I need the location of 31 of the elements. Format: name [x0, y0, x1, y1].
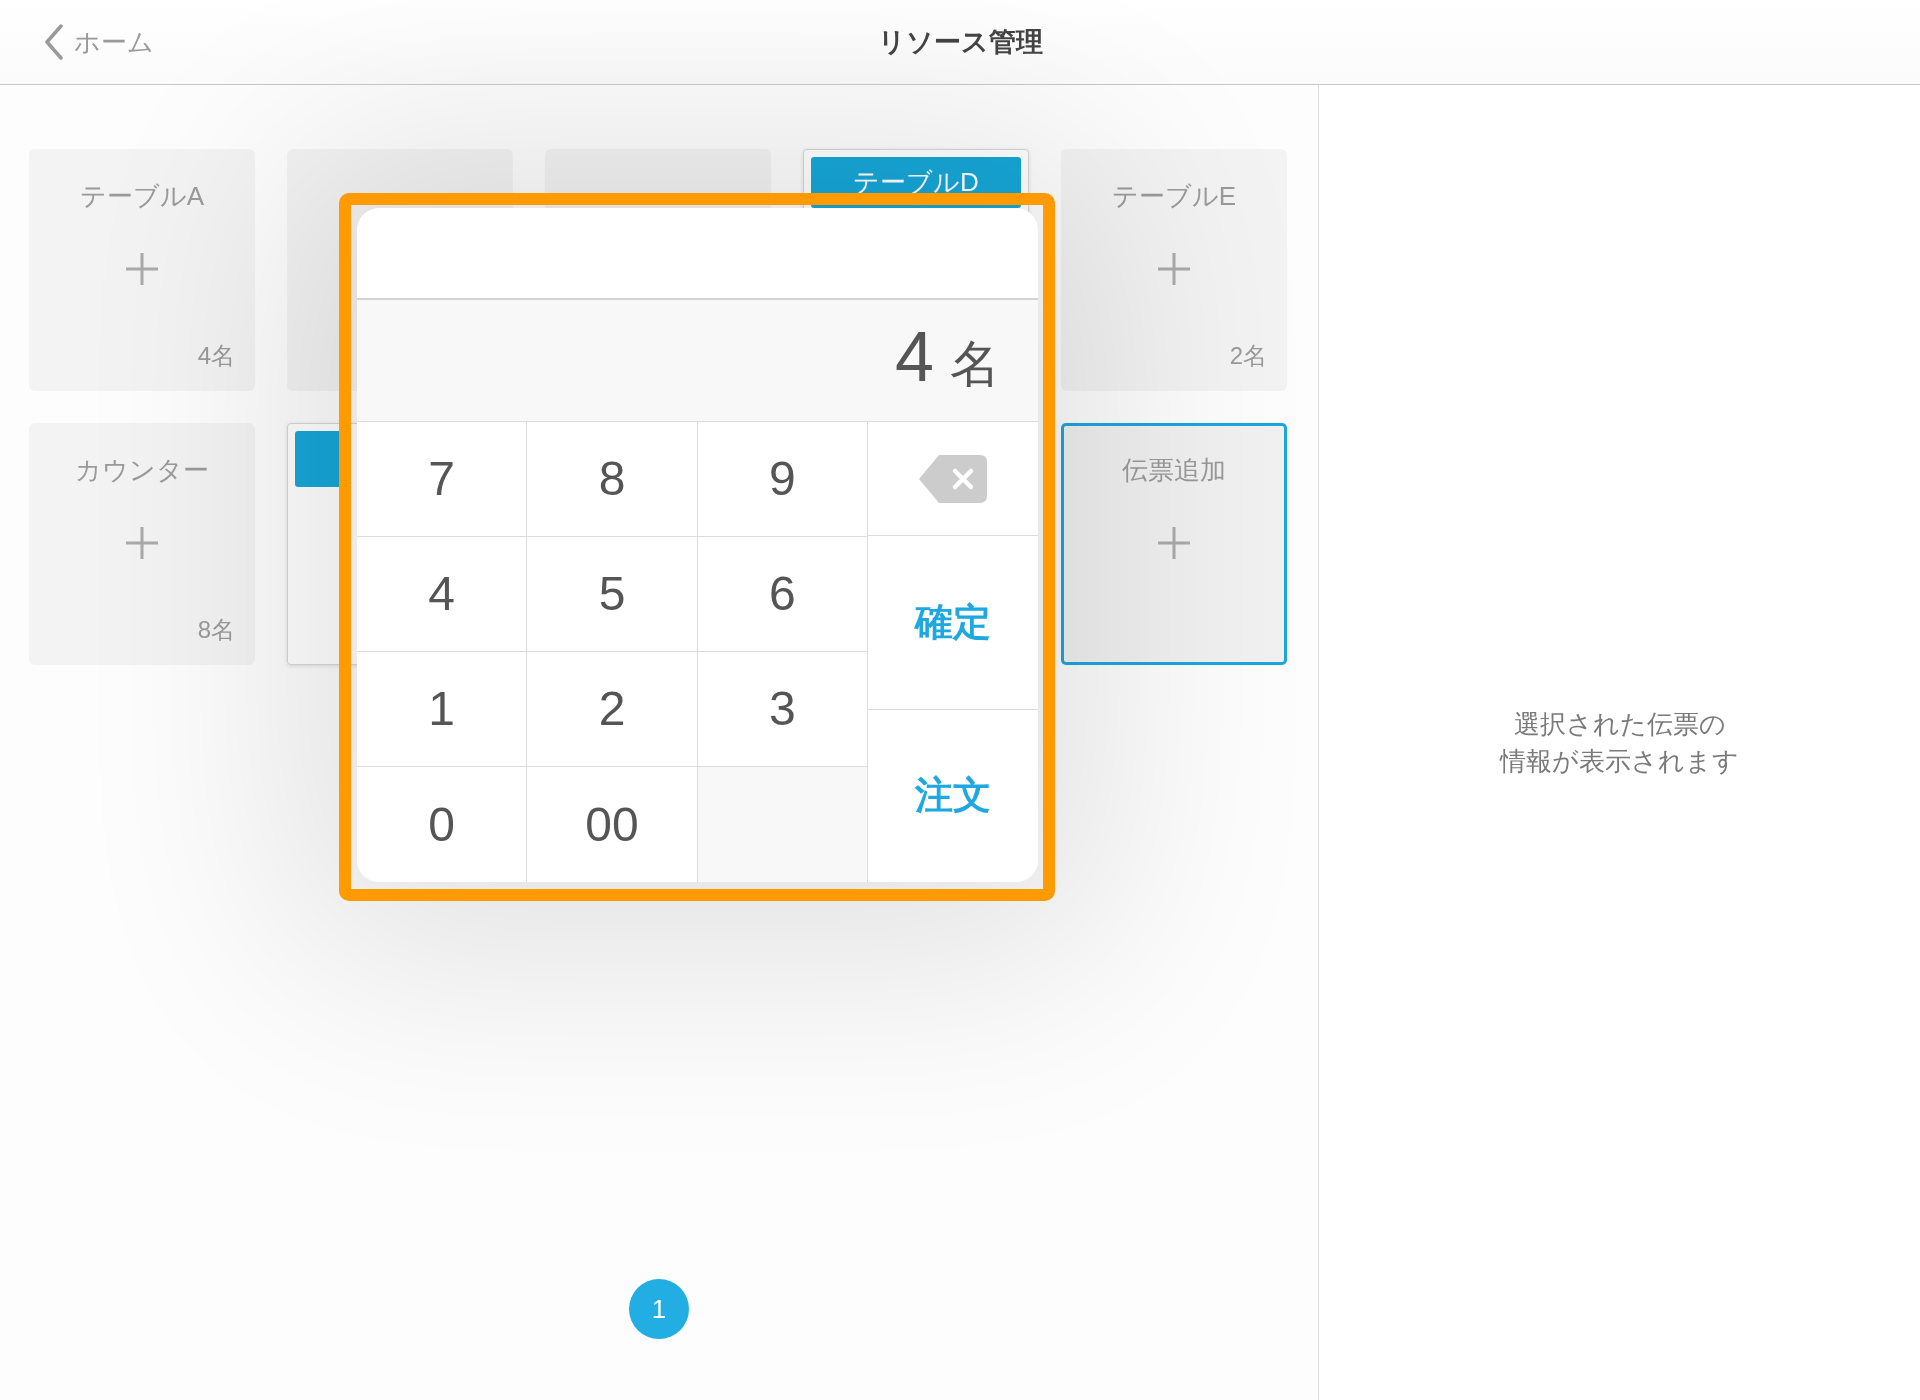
seat-count: 4名 [197, 341, 235, 371]
ticket-header-bar [295, 431, 339, 487]
plus-icon [125, 526, 159, 560]
plus-icon [125, 252, 159, 286]
table-name: テーブルA [79, 180, 205, 213]
digit-key[interactable]: 00 [527, 767, 698, 882]
digit-key[interactable]: 6 [697, 537, 868, 652]
digit-key[interactable]: 0 [357, 767, 528, 882]
plus-icon [1157, 252, 1191, 286]
table-name: カウンター [75, 454, 209, 487]
digit-key[interactable]: 9 [697, 422, 868, 537]
backspace-button[interactable] [868, 422, 1038, 536]
digit-key[interactable]: 3 [697, 652, 868, 767]
digit-key[interactable]: 4 [357, 537, 528, 652]
seat-count: 2名 [1229, 341, 1267, 371]
digit-key[interactable]: 8 [527, 422, 698, 537]
detail-placeholder-text: 選択された伝票の [1513, 707, 1726, 741]
chevron-left-icon [44, 24, 64, 60]
digit-key[interactable]: 7 [357, 422, 528, 537]
detail-placeholder-text: 情報が表示されます [1500, 744, 1739, 778]
table-name: テーブルE [1111, 180, 1237, 213]
page-title: リソース管理 [877, 25, 1043, 59]
backspace-icon [919, 454, 987, 503]
plus-icon [1157, 526, 1191, 560]
seat-count: 8名 [197, 615, 235, 645]
card-title: 伝票追加 [1122, 454, 1226, 487]
count-value: 4 [895, 322, 934, 392]
digit-key[interactable]: 1 [357, 652, 528, 767]
digit-key[interactable]: 2 [527, 652, 698, 767]
count-unit: 名 [950, 339, 1000, 389]
digit-key[interactable]: 5 [527, 537, 698, 652]
